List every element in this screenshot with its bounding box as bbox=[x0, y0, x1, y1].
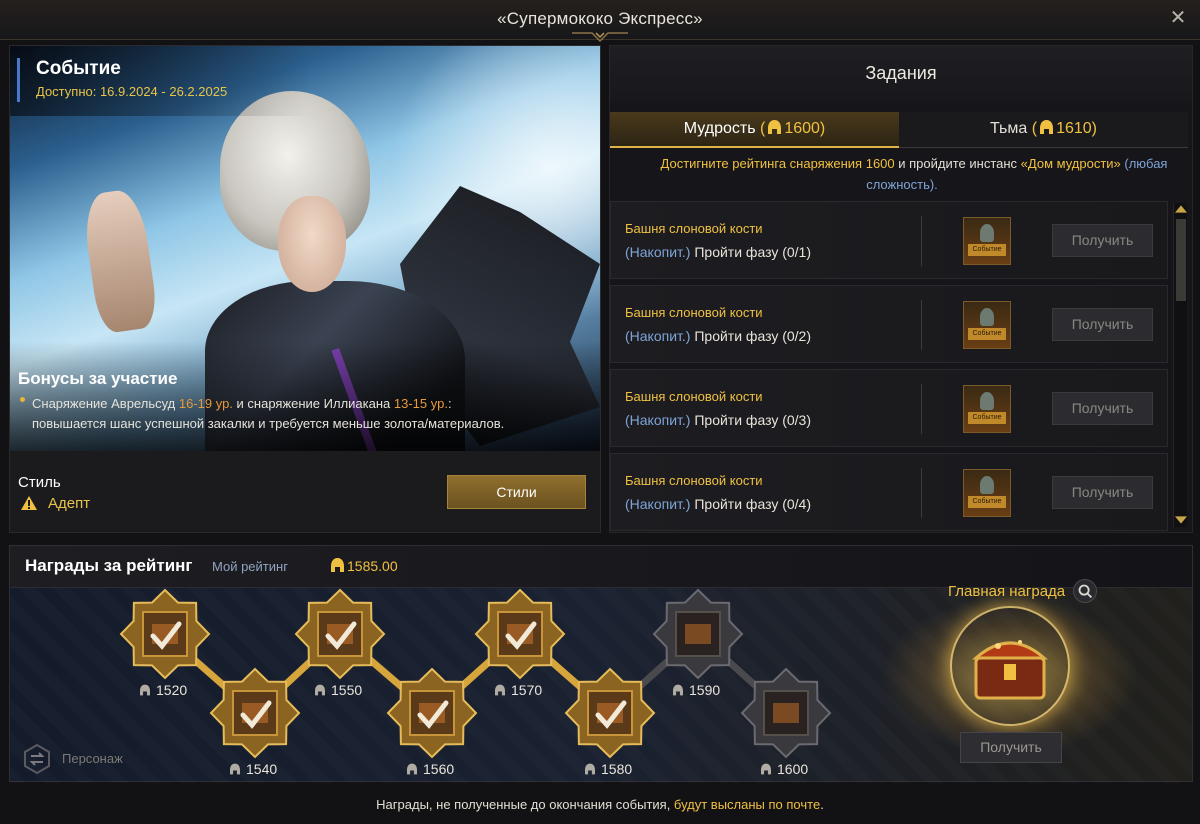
task-name: Башня слоновой кости bbox=[625, 221, 763, 236]
reward-item-icon[interactable]: Событие bbox=[963, 301, 1011, 349]
scroll-down-icon[interactable] bbox=[1175, 516, 1187, 524]
character-swap-icon[interactable] bbox=[20, 742, 54, 776]
helmet-icon bbox=[407, 763, 417, 775]
task-progress: (Накопит.) Пройти фазу (0/3) bbox=[625, 412, 812, 428]
claim-button[interactable]: Получить bbox=[1052, 392, 1153, 425]
task-progress: (Накопит.) Пройти фазу (0/4) bbox=[625, 496, 812, 512]
chest-icon bbox=[685, 624, 711, 644]
helmet-icon bbox=[140, 684, 150, 696]
task-row: Башня слоновой кости (Накопит.) Пройти ф… bbox=[610, 201, 1168, 279]
title-ornament-icon bbox=[572, 32, 628, 43]
reward-item-icon[interactable]: Событие bbox=[963, 469, 1011, 517]
claim-button[interactable]: Получить bbox=[1052, 476, 1153, 509]
tasks-header: Задания bbox=[610, 46, 1192, 102]
rank-node-label: 1580 bbox=[585, 761, 632, 777]
helmet-icon bbox=[768, 120, 782, 134]
chest-icon bbox=[773, 703, 799, 723]
grand-claim-button[interactable]: Получить bbox=[960, 732, 1062, 763]
rank-reward-node[interactable] bbox=[474, 588, 566, 680]
helmet-icon bbox=[585, 763, 595, 775]
task-row: Башня слоновой кости (Накопит.) Пройти ф… bbox=[610, 453, 1168, 531]
event-dates: Доступно: 16.9.2024 - 26.2.2025 bbox=[36, 84, 228, 99]
task-name: Башня слоновой кости bbox=[625, 305, 763, 320]
reward-item-icon[interactable]: Событие bbox=[963, 217, 1011, 265]
rank-reward-node[interactable] bbox=[119, 588, 211, 680]
warning-icon bbox=[21, 496, 37, 510]
reward-item-icon[interactable]: Событие bbox=[963, 385, 1011, 433]
helmet-icon bbox=[315, 684, 325, 696]
rank-node-label: 1590 bbox=[673, 682, 720, 698]
task-row: Башня слоновой кости (Накопит.) Пройти ф… bbox=[610, 285, 1168, 363]
rank-reward-node[interactable] bbox=[209, 667, 301, 759]
character-label: Персонаж bbox=[62, 751, 123, 766]
task-description-cont: сложность). bbox=[866, 177, 938, 192]
treasure-chest-icon[interactable] bbox=[968, 624, 1052, 708]
rank-node-label: 1540 bbox=[230, 761, 277, 777]
rank-node-label: 1520 bbox=[140, 682, 187, 698]
tasks-scrollbar[interactable] bbox=[1173, 203, 1187, 527]
claim-button[interactable]: Получить bbox=[1052, 224, 1153, 257]
tab-wisdom[interactable]: Мудрость (1600) bbox=[610, 112, 899, 148]
bonus-title: Бонусы за участие bbox=[18, 369, 178, 388]
scroll-thumb[interactable] bbox=[1176, 219, 1186, 301]
task-name: Башня слоновой кости bbox=[625, 389, 763, 404]
style-label: Стиль bbox=[18, 474, 61, 491]
task-progress: (Накопит.) Пройти фазу (0/2) bbox=[625, 328, 812, 344]
rank-reward-node[interactable] bbox=[740, 667, 832, 759]
tasks-panel: Задания Мудрость (1600) Тьма (1610) Дост… bbox=[609, 45, 1193, 533]
rank-reward-node[interactable] bbox=[652, 588, 744, 680]
title-bar: «Супермококо Экспресс» ✕ bbox=[0, 0, 1200, 43]
helmet-icon bbox=[761, 763, 771, 775]
task-name: Башня слоновой кости bbox=[625, 473, 763, 488]
helmet-icon bbox=[673, 684, 683, 696]
task-row: Башня слоновой кости (Накопит.) Пройти ф… bbox=[610, 369, 1168, 447]
rank-node-label: 1550 bbox=[315, 682, 362, 698]
rank-node-label: 1560 bbox=[407, 761, 454, 777]
scroll-up-icon[interactable] bbox=[1175, 205, 1187, 213]
rank-reward-node[interactable] bbox=[386, 667, 478, 759]
rank-node-label: 1570 bbox=[495, 682, 542, 698]
event-title: Событие bbox=[36, 58, 121, 79]
styles-button[interactable]: Стили bbox=[447, 475, 586, 509]
ranking-rewards-panel: Награды за рейтинг Мой рейтинг 1585.00 1… bbox=[9, 545, 1193, 783]
claim-button[interactable]: Получить bbox=[1052, 308, 1153, 341]
search-icon[interactable] bbox=[1073, 579, 1097, 603]
helmet-icon bbox=[230, 763, 240, 775]
rank-reward-node[interactable] bbox=[564, 667, 656, 759]
style-value: Адепт bbox=[48, 495, 91, 512]
footer-note: Награды, не полученные до окончания собы… bbox=[376, 797, 824, 812]
event-title-accent bbox=[17, 58, 20, 102]
event-panel bbox=[9, 45, 601, 533]
window-title: «Супермококо Экспресс» bbox=[497, 9, 703, 28]
helmet-icon bbox=[1040, 120, 1054, 134]
bonus-text-line2: повышается шанс успешной закалки и требу… bbox=[32, 416, 505, 431]
grand-reward-title: Главная награда bbox=[948, 583, 1066, 600]
bonus-text-line1: Снаряжение Аврельсуд 16-19 ур. и снаряже… bbox=[32, 396, 452, 411]
helmet-icon bbox=[495, 684, 505, 696]
close-icon[interactable]: ✕ bbox=[1168, 8, 1188, 28]
event-artwork bbox=[10, 46, 600, 451]
tasks-title: Задания bbox=[865, 63, 937, 83]
tab-darkness[interactable]: Тьма (1610) bbox=[899, 112, 1188, 148]
rank-reward-node[interactable] bbox=[294, 588, 386, 680]
rank-node-label: 1600 bbox=[761, 761, 808, 777]
bullet-icon bbox=[20, 397, 25, 402]
task-description: Достигните рейтинга снаряжения 1600 и пр… bbox=[660, 156, 1168, 171]
task-progress: (Накопит.) Пройти фазу (0/1) bbox=[625, 244, 812, 260]
